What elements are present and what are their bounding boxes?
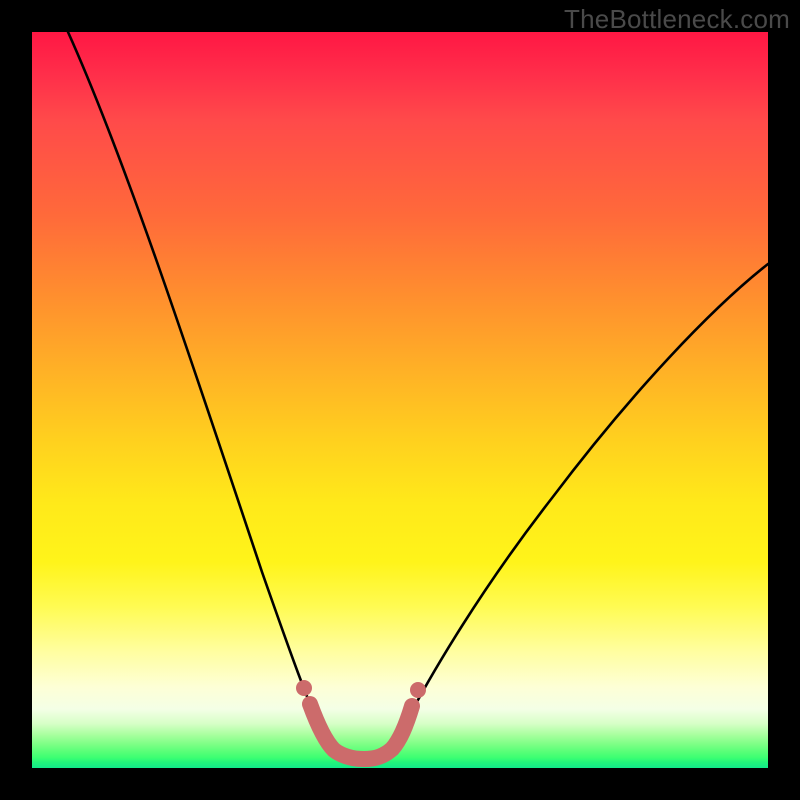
plot-area	[32, 32, 768, 768]
chart-frame: TheBottleneck.com	[0, 0, 800, 800]
optimal-segment	[310, 704, 412, 759]
bottleneck-curve	[68, 32, 768, 759]
chart-svg	[32, 32, 768, 768]
optimal-segment-dot-left	[296, 680, 312, 696]
watermark-text: TheBottleneck.com	[564, 4, 790, 35]
optimal-segment-dot-right	[410, 682, 426, 698]
